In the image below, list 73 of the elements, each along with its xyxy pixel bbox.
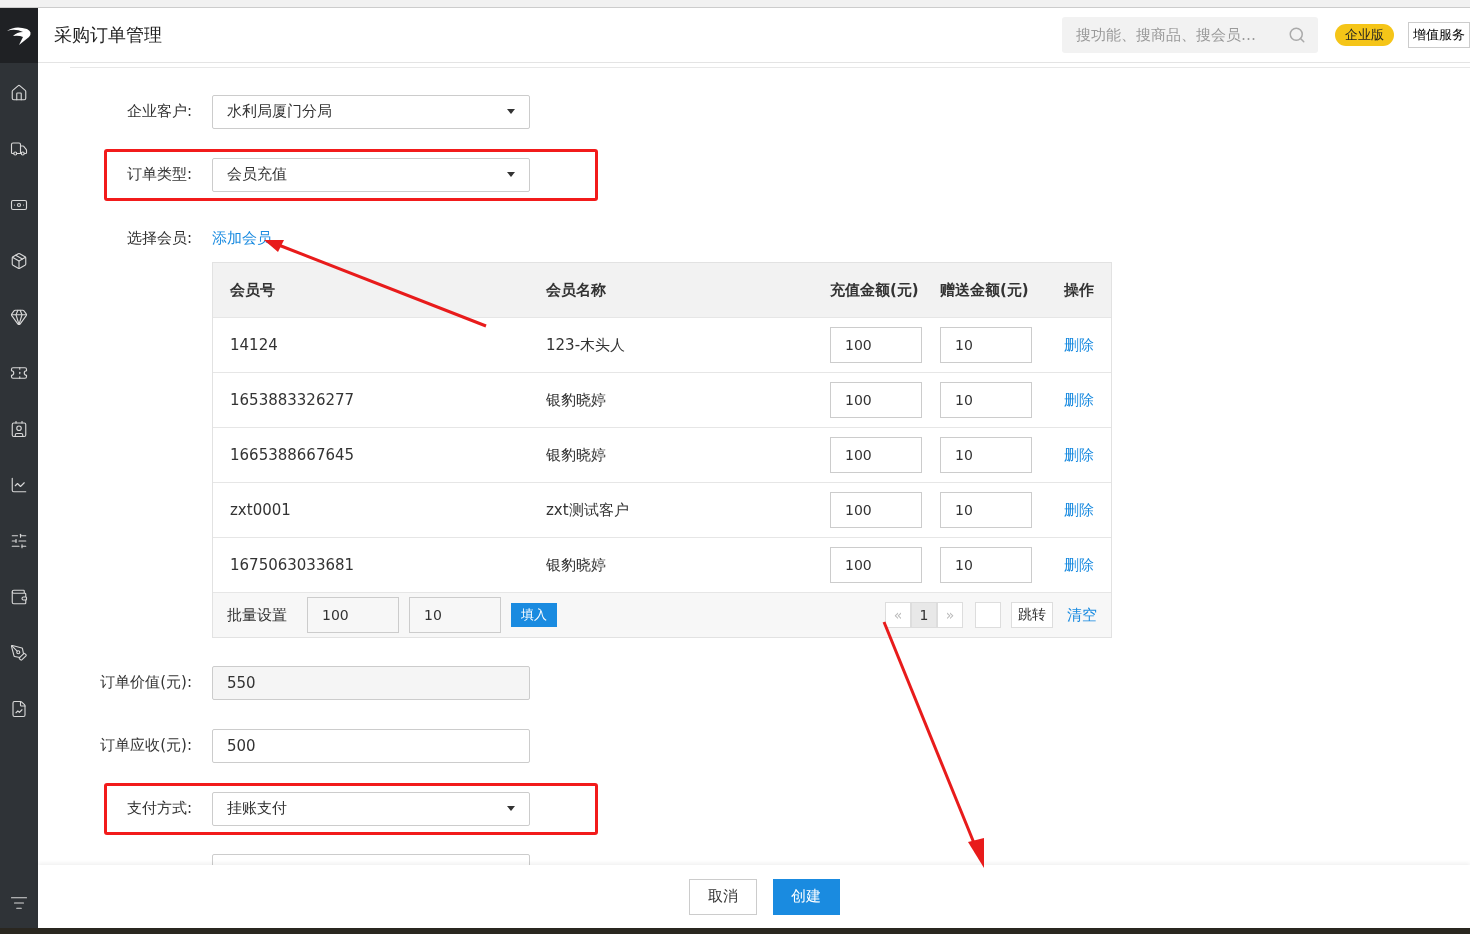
contact-card-icon[interactable]: [10, 420, 28, 438]
page-title: 采购订单管理: [54, 23, 163, 47]
cancel-button[interactable]: 取消: [688, 878, 757, 915]
field-label: 支付方式:: [125, 799, 193, 818]
recharge-input[interactable]: 100: [830, 492, 922, 528]
member-name: zxt测试客户: [546, 500, 630, 520]
jump-button[interactable]: 跳转: [1011, 602, 1053, 628]
box-icon[interactable]: [10, 252, 28, 270]
column-header: 会员号: [230, 280, 276, 300]
member-name: 银豹晓婷: [546, 445, 607, 465]
create-button[interactable]: 创建: [772, 878, 840, 915]
member-id: 1675063033681: [230, 556, 356, 574]
delete-link[interactable]: 删除: [1064, 500, 1124, 520]
recharge-input[interactable]: 100: [830, 382, 922, 418]
field-label: 订单应收(元):: [99, 736, 193, 755]
delete-link[interactable]: 删除: [1064, 390, 1124, 410]
logo-icon[interactable]: [5, 24, 33, 47]
bonus-input[interactable]: 10: [940, 547, 1032, 583]
wallet-icon[interactable]: [10, 588, 28, 606]
delete-link[interactable]: 删除: [1064, 335, 1124, 355]
column-header: 操作: [1064, 280, 1095, 300]
member-name: 123-木头人: [546, 335, 627, 355]
search-input[interactable]: 搜功能、搜商品、搜会员…: [1074, 25, 1288, 45]
input-field: 550: [212, 665, 530, 700]
field-label: 订单价值(元):: [99, 673, 193, 692]
filter-search-icon[interactable]: [10, 894, 28, 912]
member-id: 1653883326277: [230, 391, 356, 409]
bonus-input[interactable]: 10: [940, 437, 1032, 473]
page-input[interactable]: [975, 602, 1001, 628]
bonus-input[interactable]: 10: [940, 327, 1032, 363]
gem-icon[interactable]: [10, 308, 28, 326]
batch-recharge-input[interactable]: 100: [307, 597, 399, 633]
select-field[interactable]: 会员充值: [212, 157, 530, 192]
member-name: 银豹晓婷: [546, 390, 607, 410]
home-icon[interactable]: [10, 84, 28, 102]
sliders-icon[interactable]: [10, 532, 28, 550]
recharge-input[interactable]: 100: [830, 547, 922, 583]
batch-bonus-input[interactable]: 10: [409, 597, 501, 633]
column-header: 赠送金额(元): [940, 280, 1030, 300]
recharge-input[interactable]: 100: [830, 327, 922, 363]
caret-icon: [507, 806, 515, 811]
batch-label: 批量设置: [227, 605, 287, 625]
ticket-icon[interactable]: [10, 364, 28, 382]
search-icon: [1288, 26, 1306, 44]
member-id: 14124: [230, 336, 279, 354]
clear-link[interactable]: 清空: [1067, 605, 1097, 625]
bonus-input[interactable]: 10: [940, 382, 1032, 418]
service-button[interactable]: 增值服务: [1408, 22, 1470, 48]
member-name: 银豹晓婷: [546, 555, 607, 575]
delete-link[interactable]: 删除: [1064, 555, 1124, 575]
caret-icon: [507, 172, 515, 177]
recharge-input[interactable]: 100: [830, 437, 922, 473]
chart-icon[interactable]: [10, 476, 28, 494]
edition-badge: 企业版: [1335, 24, 1394, 46]
select-field[interactable]: 挂账支付: [212, 791, 530, 826]
pen-icon[interactable]: [10, 644, 28, 662]
search-field[interactable]: 搜功能、搜商品、搜会员…: [1062, 17, 1318, 53]
member-id: zxt0001: [230, 501, 292, 519]
caret-icon: [507, 109, 515, 114]
select-field[interactable]: 水利局厦门分局: [212, 94, 530, 129]
field-label: 订单类型:: [125, 165, 193, 184]
fill-button[interactable]: 填入: [511, 603, 557, 627]
report-icon[interactable]: [10, 700, 28, 718]
input-field[interactable]: 500: [212, 728, 530, 763]
truck-icon[interactable]: [10, 140, 28, 158]
field-label: 企业客户:: [125, 102, 193, 121]
member-id: 1665388667645: [230, 446, 356, 464]
column-header: 会员名称: [546, 280, 607, 300]
bonus-input[interactable]: 10: [940, 492, 1032, 528]
column-header: 充值金额(元): [830, 280, 920, 300]
delete-link[interactable]: 删除: [1064, 445, 1124, 465]
page-button[interactable]: 1: [911, 602, 937, 628]
field-label: 选择会员:: [125, 229, 193, 248]
